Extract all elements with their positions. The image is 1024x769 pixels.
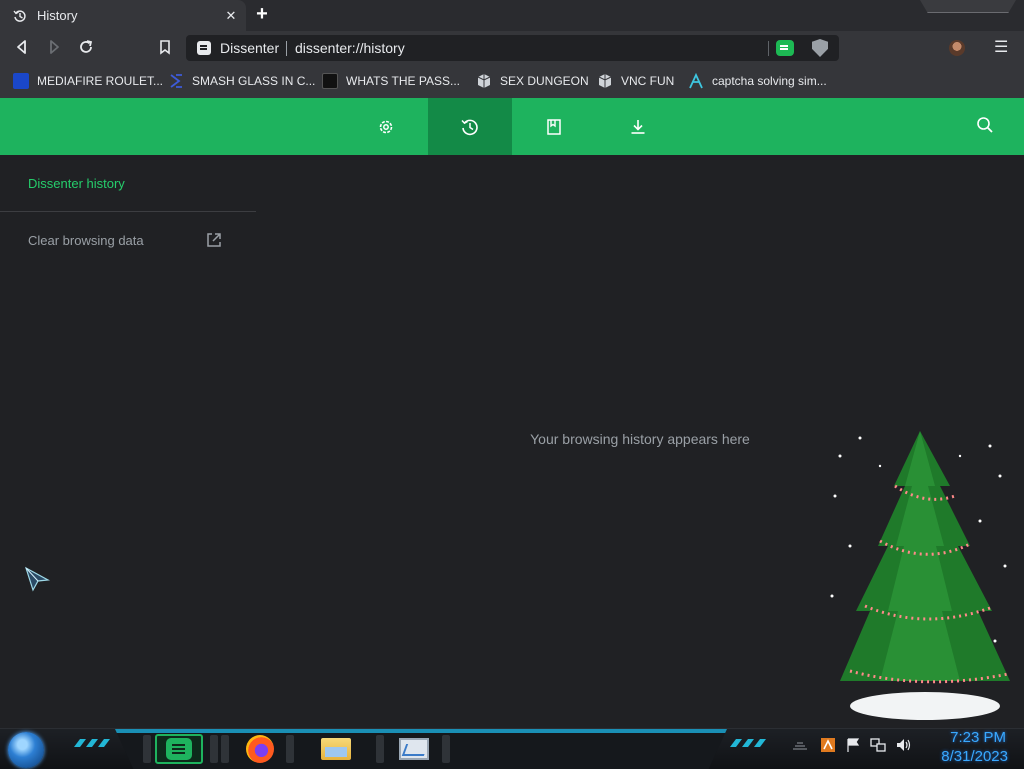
window-decoration	[920, 0, 1016, 13]
browser-toolbar: Dissenter dissenter://history ☰	[0, 31, 1024, 64]
clock-date[interactable]: 8/31/2023	[930, 748, 1008, 765]
taskbar-divider	[376, 735, 384, 763]
bookmark-item[interactable]: WHATS THE PASS...	[322, 73, 460, 89]
bookmark-label: MEDIAFIRE ROULET...	[37, 74, 164, 88]
bookmark-item[interactable]: SMASH GLASS IN C...	[168, 73, 315, 89]
site-name: Dissenter	[220, 40, 280, 56]
tab-strip: History ✕ +	[0, 0, 1024, 31]
history-icon	[13, 9, 26, 22]
christmas-tree-decoration	[830, 431, 1010, 720]
shield-icon[interactable]	[812, 39, 828, 57]
reload-icon[interactable]	[77, 38, 95, 56]
taskbar-divider	[442, 735, 450, 763]
cube-icon	[598, 74, 612, 88]
bookmark-item[interactable]: MEDIAFIRE ROULET...	[13, 73, 163, 89]
volume-icon[interactable]	[895, 737, 911, 753]
omnibox-separator	[286, 41, 287, 56]
url-text[interactable]: dissenter://history	[295, 40, 405, 56]
history-icon	[461, 119, 478, 135]
bookmark-item[interactable]: VNC FUN	[597, 73, 674, 89]
bookmark-label: SEX DUNGEON	[500, 74, 589, 88]
history-sidebar: Dissenter history Clear browsing data	[0, 155, 256, 728]
bookmark-icon	[547, 118, 561, 135]
bookmark-item[interactable]: captcha solving sim...	[688, 73, 827, 89]
flag-icon[interactable]	[845, 737, 861, 753]
external-link-icon[interactable]	[205, 231, 223, 249]
taskbar-app-system-monitor[interactable]	[390, 734, 438, 764]
tab-history[interactable]: History ✕	[0, 0, 246, 31]
bookmark-label: VNC FUN	[621, 74, 675, 88]
sidebar-divider	[0, 211, 256, 212]
show-desktop-icon[interactable]	[792, 737, 808, 753]
folder-icon	[321, 738, 351, 760]
clear-browsing-data-link[interactable]: Clear browsing data	[28, 233, 144, 248]
bookmark-label: SMASH GLASS IN C...	[192, 74, 316, 88]
dissenter-icon	[166, 738, 192, 760]
bookmarks-bar: MEDIAFIRE ROULET... SMASH GLASS IN C... …	[0, 64, 1024, 98]
tab-title: History	[37, 8, 78, 23]
close-tab-icon[interactable]: ✕	[224, 8, 238, 24]
lambda-icon	[689, 73, 703, 89]
taskbar-divider	[221, 735, 229, 763]
taskbar-divider	[210, 735, 218, 763]
nav-bookmarks[interactable]	[512, 98, 596, 155]
taskbar-divider	[143, 735, 151, 763]
back-icon[interactable]	[13, 38, 31, 56]
nav-downloads[interactable]	[596, 98, 680, 155]
taskbar-app-firefox[interactable]	[236, 734, 284, 764]
menu-icon[interactable]: ☰	[994, 37, 1008, 57]
taskbar: 7:23 PM 8/31/2023	[0, 728, 1024, 769]
empty-history-message: Your browsing history appears here	[530, 431, 750, 447]
start-button[interactable]	[8, 732, 44, 768]
taskbar-divider	[286, 735, 294, 763]
app-tray-icon[interactable]	[820, 737, 836, 753]
firefox-icon	[246, 735, 274, 763]
search-icon[interactable]	[976, 116, 994, 134]
sidebar-item-history[interactable]: Dissenter history	[28, 176, 125, 191]
black-square-icon	[322, 73, 338, 89]
omnibox-separator	[768, 41, 769, 56]
download-icon	[631, 119, 645, 134]
system-tray	[793, 737, 920, 753]
bookmark-label: WHATS THE PASS...	[346, 74, 461, 88]
cube-icon	[477, 74, 491, 88]
bookmark-item[interactable]: SEX DUNGEON	[476, 73, 589, 89]
mediafire-icon	[13, 73, 29, 89]
dissenter-navbar	[0, 98, 1024, 155]
forward-icon[interactable]	[45, 38, 63, 56]
dissenter-comment-icon[interactable]	[776, 40, 794, 56]
bookmark-icon[interactable]	[156, 38, 174, 56]
network-icon[interactable]	[870, 737, 886, 753]
address-bar[interactable]: Dissenter dissenter://history	[186, 35, 839, 61]
monitor-icon	[399, 738, 429, 760]
nav-settings[interactable]	[344, 98, 428, 155]
decorative-chevrons	[730, 739, 766, 747]
profile-avatar[interactable]	[949, 40, 965, 56]
decorative-chevrons	[74, 739, 110, 747]
site-icon	[197, 41, 211, 55]
clock-time[interactable]: 7:23 PM	[936, 729, 1006, 746]
taskbar-app-dissenter[interactable]	[155, 734, 203, 764]
new-tab-button[interactable]: +	[252, 4, 272, 25]
taskbar-app-file-explorer[interactable]	[312, 734, 360, 764]
smash-glass-icon	[170, 74, 182, 88]
bookmark-label: captcha solving sim...	[712, 74, 827, 88]
nav-history[interactable]	[428, 98, 512, 155]
mouse-cursor-icon	[24, 566, 50, 592]
gear-icon	[379, 120, 393, 133]
